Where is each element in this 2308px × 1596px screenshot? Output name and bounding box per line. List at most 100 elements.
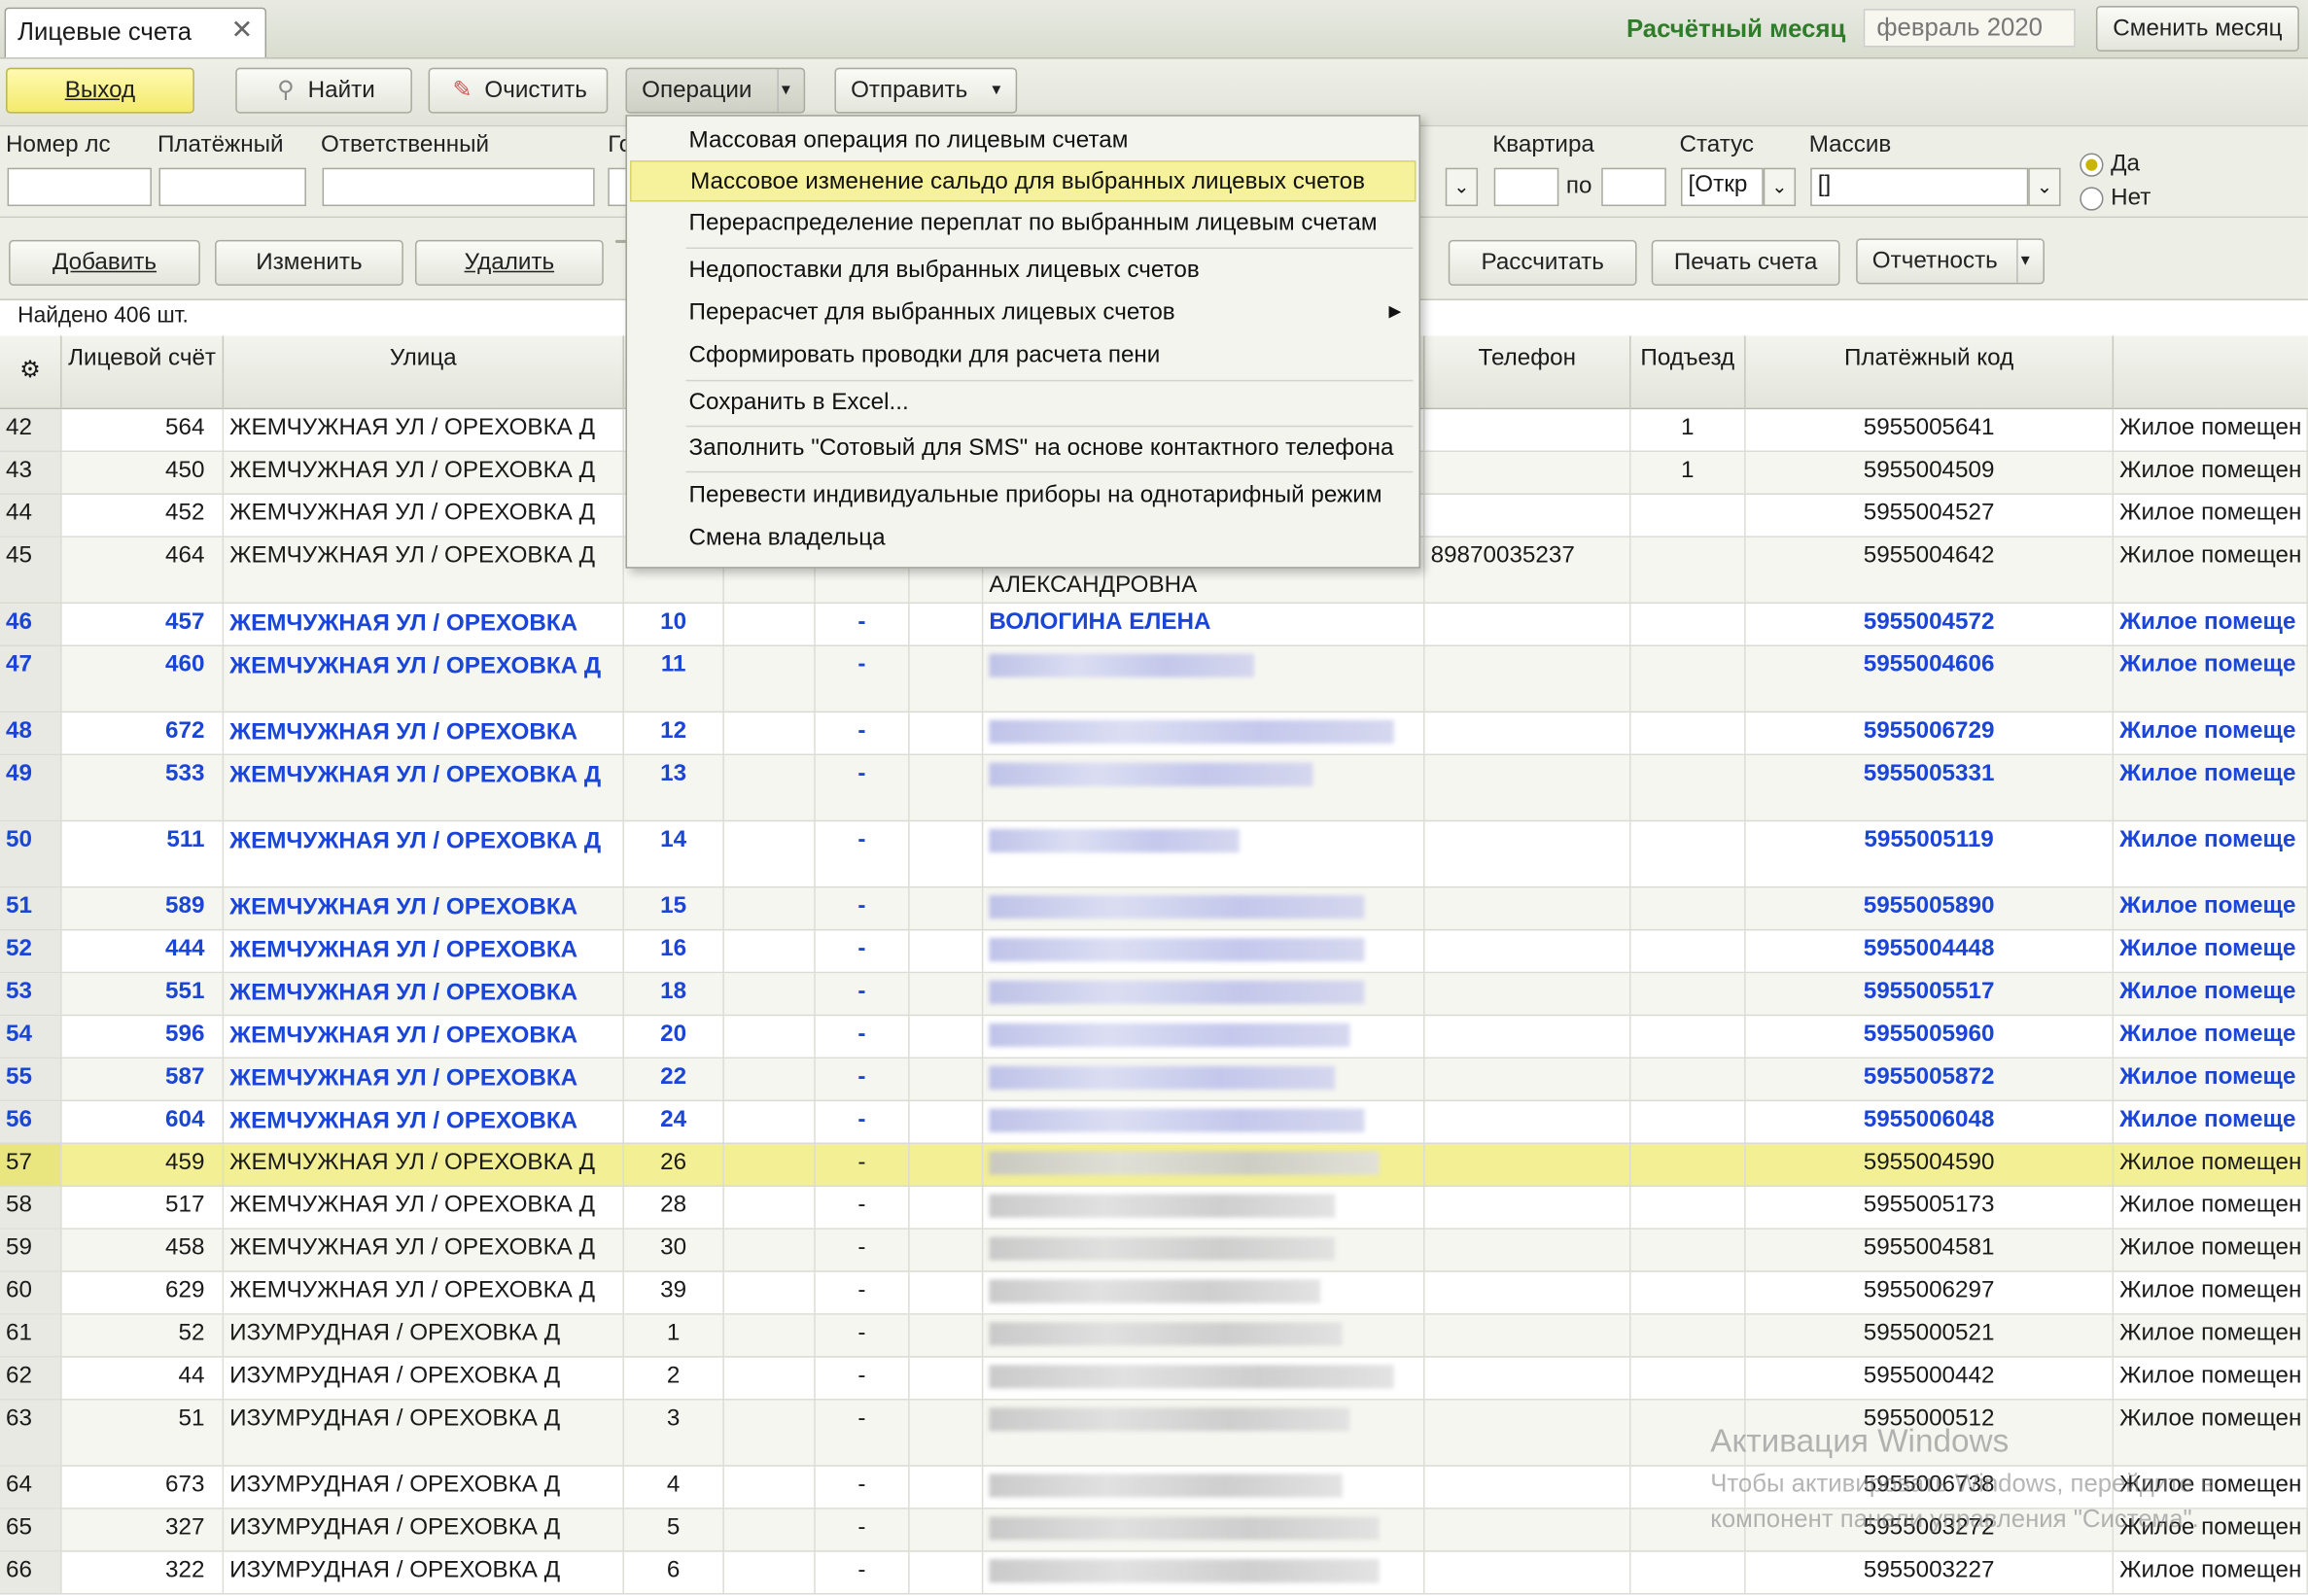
table-row[interactable]: 58 517 ЖЕМЧУЖНАЯ УЛ / ОРЕХОВКА Д 28 - 5955005… (0, 1186, 2308, 1230)
cell-premises-type: Жилое помеще (2114, 755, 2308, 820)
delete-button[interactable]: Удалить (414, 239, 604, 286)
exit-button[interactable]: Выход (6, 67, 194, 114)
cell-pay-code: 5955000521 (1746, 1314, 2115, 1357)
flat-from-input[interactable] (1493, 167, 1559, 207)
cell-phone (1425, 1509, 1631, 1551)
menu-item-sms[interactable]: Заполнить "Сотовый для SMS" на основе ко… (630, 429, 1416, 469)
reports-button[interactable]: Отчетность ▼ (1856, 238, 2045, 285)
cell-premises-type: Жилое помеще (2114, 1058, 2308, 1100)
table-row[interactable]: 61 52 ИЗУМРУДНАЯ / ОРЕХОВКА Д 1 - 5955000521 Ж… (0, 1314, 2308, 1358)
menu-item-single-tariff[interactable]: Перевести индивидуальные приборы на одно… (630, 475, 1416, 516)
cell-house: 39 (624, 1271, 724, 1314)
table-row[interactable]: 60 629 ЖЕМЧУЖНАЯ УЛ / ОРЕХОВКА Д 39 - 5955006… (0, 1271, 2308, 1315)
menu-item-owner-change[interactable]: Смена владельца (630, 518, 1416, 559)
redacted-name (989, 1194, 1336, 1218)
table-row[interactable]: 57 459 ЖЕМЧУЖНАЯ УЛ / ОРЕХОВКА Д 26 - 5955004… (0, 1143, 2308, 1187)
responsible-filter-input[interactable] (322, 167, 595, 207)
cell-flat: - (816, 930, 910, 972)
table-row[interactable]: 55 587 ЖЕМЧУЖНАЯ УЛ / ОРЕХОВКА 22 - 595500587… (0, 1058, 2308, 1102)
cell-entrance (1631, 537, 1746, 603)
chevron-down-icon[interactable]: ⌄ (2028, 167, 2061, 207)
cell-empty (724, 1186, 816, 1229)
column-pay-code[interactable]: Платёжный код (1746, 335, 2115, 410)
array-select[interactable]: [] (1810, 167, 2029, 207)
cell-premises-type: Жилое помещен (2114, 1271, 2308, 1314)
status-select[interactable]: [Откр (1680, 167, 1764, 207)
row-index: 44 (0, 494, 62, 537)
menu-item-recalc[interactable]: Перерасчет для выбранных лицевых счетов … (630, 293, 1416, 333)
cell-account: 51 (62, 1400, 225, 1466)
clear-button[interactable]: ✎ Очистить (428, 67, 609, 114)
tab-accounts[interactable]: Лицевые счета ✕ (4, 7, 267, 58)
column-phone[interactable]: Телефон (1425, 335, 1631, 410)
cell-phone (1425, 821, 1631, 886)
menu-item-mass-operation[interactable]: Массовая операция по лицевым счетам (630, 121, 1416, 161)
row-index: 42 (0, 409, 62, 451)
cell-premises-type: Жилое помещен (2114, 1143, 2308, 1186)
cell-phone (1425, 712, 1631, 754)
table-row[interactable]: 54 596 ЖЕМЧУЖНАЯ УЛ / ОРЕХОВКА 20 - 595500596… (0, 1016, 2308, 1059)
change-month-button[interactable]: Сменить месяц (2095, 6, 2299, 52)
cell-phone (1425, 409, 1631, 451)
table-row[interactable]: 46 457 ЖЕМЧУЖНАЯ УЛ / ОРЕХОВКА 10 - ВОЛОГИНА … (0, 604, 2308, 646)
cell-empty (724, 755, 816, 820)
table-row[interactable]: 66 322 ИЗУМРУДНАЯ / ОРЕХОВКА Д 6 - 5955003227… (0, 1551, 2308, 1595)
menu-item-excel[interactable]: Сохранить в Excel... (630, 383, 1416, 424)
cell-empty (724, 1101, 816, 1143)
cell-flat: - (816, 1186, 910, 1229)
menu-item-mass-saldo[interactable]: Массовое изменение сальдо для выбранных … (629, 160, 1416, 202)
cell-owner (983, 755, 1425, 820)
table-row[interactable]: 48 672 ЖЕМЧУЖНАЯ УЛ / ОРЕХОВКА 12 - 595500672… (0, 712, 2308, 756)
chevron-down-icon[interactable]: ⌄ (1763, 167, 1797, 207)
gear-icon[interactable]: ⚙ (0, 335, 62, 410)
menu-item-redistribute[interactable]: Перераспределение переплат по выбранным … (630, 203, 1416, 244)
cell-house: 28 (624, 1186, 724, 1229)
cell-phone (1425, 1314, 1631, 1357)
cell-owner (983, 973, 1425, 1015)
cell-street: ЖЕМЧУЖНАЯ УЛ / ОРЕХОВКА (224, 973, 624, 1015)
cell-empty (910, 1509, 984, 1551)
operations-button[interactable]: Операции ▼ (625, 67, 806, 114)
edit-button[interactable]: Изменить (215, 239, 403, 286)
column-entrance[interactable]: Подъезд (1631, 335, 1746, 410)
cell-street: ИЗУМРУДНАЯ / ОРЕХОВКА Д (224, 1400, 624, 1466)
find-button[interactable]: ⚲ Найти (235, 67, 412, 114)
table-row[interactable]: 62 44 ИЗУМРУДНАЯ / ОРЕХОВКА Д 2 - 5955000442 Ж… (0, 1357, 2308, 1401)
radio-yes[interactable] (2080, 153, 2104, 177)
cell-pay-code: 5955004590 (1746, 1143, 2115, 1186)
print-invoice-button[interactable]: Печать счета (1651, 239, 1840, 286)
close-icon[interactable]: ✕ (231, 15, 254, 46)
cell-house: 6 (624, 1551, 724, 1594)
column-street[interactable]: Улица (224, 335, 624, 410)
table-row[interactable]: 52 444 ЖЕМЧУЖНАЯ УЛ / ОРЕХОВКА 16 - 595500444… (0, 930, 2308, 974)
cell-phone (1425, 1271, 1631, 1314)
table-row[interactable]: 51 589 ЖЕМЧУЖНАЯ УЛ / ОРЕХОВКА 15 - 595500589… (0, 887, 2308, 931)
table-row[interactable]: 47 460 ЖЕМЧУЖНАЯ УЛ / ОРЕХОВКА Д 11 - 5955004… (0, 645, 2308, 713)
cell-empty (724, 1229, 816, 1271)
table-row[interactable]: 59 458 ЖЕМЧУЖНАЯ УЛ / ОРЕХОВКА Д 30 - 5955004… (0, 1229, 2308, 1272)
cell-entrance: 1 (1631, 452, 1746, 494)
calculate-button[interactable]: Рассчитать (1448, 239, 1637, 286)
payer-filter-input[interactable] (158, 167, 306, 207)
cell-owner (983, 1509, 1425, 1551)
chevron-down-icon[interactable]: ⌄ (1445, 167, 1479, 207)
cell-empty (910, 1357, 984, 1400)
menu-item-undersupply[interactable]: Недопоставки для выбранных лицевых счето… (630, 251, 1416, 292)
flat-to-input[interactable] (1601, 167, 1666, 207)
account-filter-input[interactable] (7, 167, 152, 207)
table-row[interactable]: 53 551 ЖЕМЧУЖНАЯ УЛ / ОРЕХОВКА 18 - 595500551… (0, 973, 2308, 1017)
table-row[interactable]: 49 533 ЖЕМЧУЖНАЯ УЛ / ОРЕХОВКА Д 13 - 5955005… (0, 755, 2308, 822)
radio-no[interactable] (2080, 187, 2104, 211)
cell-pay-code: 5955003227 (1746, 1551, 2115, 1594)
add-button[interactable]: Добавить (9, 239, 200, 286)
send-button[interactable]: Отправить ▼ (834, 67, 1018, 114)
redacted-name (989, 653, 1254, 677)
table-row[interactable]: 50 511 ЖЕМЧУЖНАЯ УЛ / ОРЕХОВКА Д 14 - 5955005… (0, 821, 2308, 888)
cell-entrance (1631, 494, 1746, 537)
cell-entrance: 1 (1631, 409, 1746, 451)
column-type[interactable] (2114, 335, 2308, 409)
cell-flat: - (816, 1509, 910, 1551)
column-account[interactable]: Лицевой счёт (62, 335, 225, 410)
menu-item-penalty[interactable]: Сформировать проводки для расчета пени (630, 335, 1416, 376)
table-row[interactable]: 56 604 ЖЕМЧУЖНАЯ УЛ / ОРЕХОВКА 24 - 595500604… (0, 1101, 2308, 1144)
